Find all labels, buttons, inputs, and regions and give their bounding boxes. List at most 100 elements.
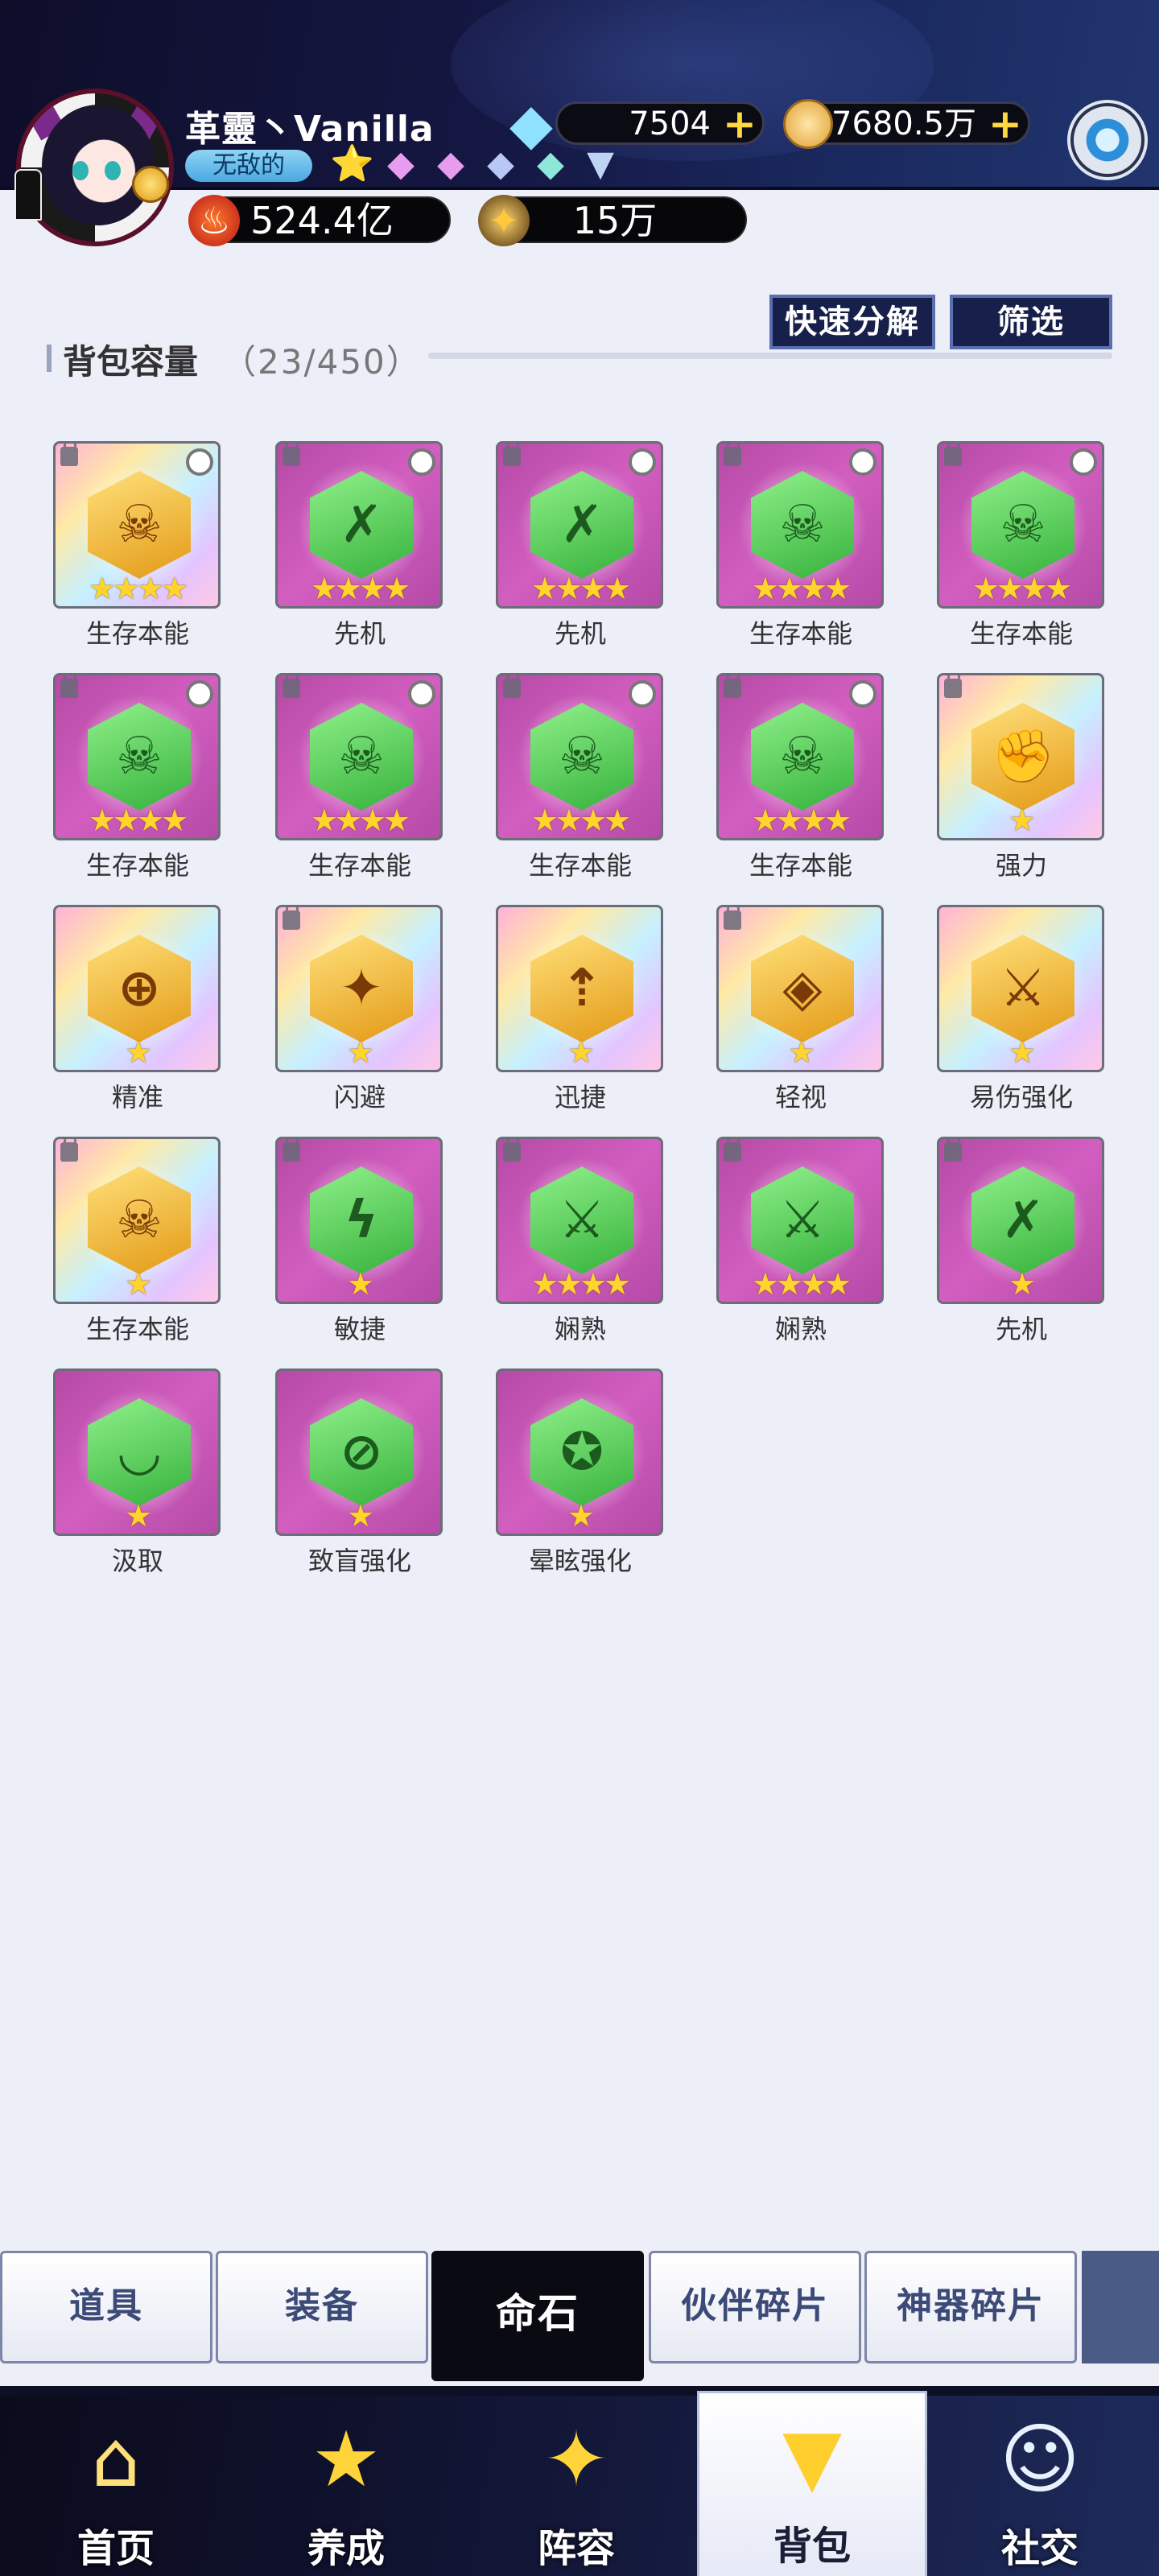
fate-stone-item[interactable]: ◈ ★ 轻视 — [716, 905, 885, 1114]
fate-stone-name: 迅捷 — [554, 1082, 606, 1113]
nav-item-0[interactable]: ⌂ 首页 — [3, 2396, 229, 2576]
fate-stone-name: 生存本能 — [85, 618, 189, 649]
star-rating: ★ — [346, 1498, 374, 1534]
fate-stone-item[interactable]: ☠ ★★★★ 生存本能 — [496, 673, 665, 882]
star-rating: ★ — [567, 1034, 595, 1070]
fate-stone-name: 先机 — [554, 618, 606, 649]
fate-stone-item[interactable]: ✦ ★ 闪避 — [275, 905, 444, 1114]
fate-stone-item[interactable]: ϟ ★ 敏捷 — [275, 1137, 444, 1346]
fate-stone-name: 生存本能 — [969, 618, 1073, 649]
fate-stone-item[interactable]: ✗ ★★★★ 先机 — [275, 441, 444, 650]
fate-stone-item[interactable]: ☠ ★★★★ 生存本能 — [53, 673, 222, 882]
add-gold-button[interactable]: + — [988, 104, 1023, 144]
fate-stone-item[interactable]: ⊕ ★ 精准 — [53, 905, 222, 1114]
nav-label: 养成 — [307, 2526, 385, 2571]
stone-emblem-icon: ☠ — [116, 727, 163, 786]
fate-stone-item[interactable]: ✗ ★★★★ 先机 — [496, 441, 665, 650]
fate-stone-item[interactable]: ☠ ★★★★ 生存本能 — [716, 441, 885, 650]
star-rating: ★★★★ — [310, 571, 410, 606]
tab-2[interactable]: 命石 — [431, 2251, 644, 2381]
nav-label: 首页 — [76, 2526, 155, 2571]
nav-item-1[interactable]: ★ 养成 — [233, 2396, 459, 2576]
avatar-eye — [72, 161, 89, 180]
stone-emblem-icon: ⊕ — [118, 959, 161, 1018]
fate-stone-card: ✗ ★★★★ — [275, 441, 443, 609]
select-radio[interactable] — [186, 448, 213, 476]
inventory-tab-bar: 道具 装备 命石 伙伴碎片 神器碎片 — [0, 2251, 1159, 2397]
lock-icon[interactable] — [503, 444, 521, 466]
fate-stone-item[interactable]: ◡ ★ 汲取 — [53, 1368, 222, 1578]
star-rating: ★ — [1008, 803, 1036, 838]
select-radio[interactable] — [408, 448, 435, 476]
fate-stone-name: 致盲强化 — [307, 1546, 411, 1576]
lock-icon[interactable] — [60, 675, 78, 698]
fate-stone-card: ☠ ★★★★ — [496, 673, 663, 840]
lock-icon[interactable] — [724, 675, 741, 698]
fate-stone-item[interactable]: ⊘ ★ 致盲强化 — [275, 1368, 444, 1578]
fate-stone-card: ⚔ ★ — [937, 905, 1104, 1072]
lock-icon[interactable] — [283, 1139, 300, 1162]
filter-button[interactable]: 筛选 — [950, 295, 1112, 349]
lock-icon[interactable] — [944, 444, 962, 466]
fate-stone-name: 生存本能 — [749, 618, 852, 649]
quick-decompose-button[interactable]: 快速分解 — [769, 295, 935, 349]
select-radio[interactable] — [186, 680, 213, 708]
add-diamond-button[interactable]: + — [722, 104, 757, 144]
fate-stone-item[interactable]: ✊ ★ 强力 — [937, 673, 1106, 882]
star-rating: ★★★★ — [88, 803, 188, 838]
lock-icon[interactable] — [944, 675, 962, 698]
stone-emblem-icon: ◡ — [119, 1422, 159, 1482]
fate-stone-item[interactable]: ☠ ★ 生存本能 — [53, 1137, 222, 1346]
select-radio[interactable] — [629, 448, 656, 476]
lock-icon[interactable] — [944, 1139, 962, 1162]
nav-item-4[interactable]: ☺ 社交 — [927, 2396, 1153, 2576]
fate-stone-item[interactable]: ✗ ★ 先机 — [937, 1137, 1106, 1346]
star-rating: ★★★★ — [751, 803, 852, 838]
fate-stone-item[interactable]: ☠ ★★★★ 生存本能 — [53, 441, 222, 650]
lock-icon[interactable] — [283, 907, 300, 930]
tab-3[interactable]: 伙伴碎片 — [649, 2251, 861, 2363]
tab-0[interactable]: 道具 — [0, 2251, 212, 2363]
star-rating: ★★★★ — [310, 803, 410, 838]
stone-emblem-icon: ✗ — [560, 495, 604, 555]
fate-stone-item[interactable]: ✪ ★ 晕眩强化 — [496, 1368, 665, 1578]
fate-stone-card: ✗ ★★★★ — [496, 441, 663, 609]
nav-label: 阵容 — [537, 2526, 615, 2571]
nav-item-2[interactable]: ✦ 阵容 — [464, 2396, 689, 2576]
select-radio[interactable] — [629, 680, 656, 708]
fate-stone-item[interactable]: ☠ ★★★★ 生存本能 — [275, 673, 444, 882]
lock-icon[interactable] — [60, 444, 78, 466]
lock-icon[interactable] — [60, 1139, 78, 1162]
lock-icon[interactable] — [724, 907, 741, 930]
lock-icon[interactable] — [503, 1139, 521, 1162]
select-radio[interactable] — [849, 448, 876, 476]
star-energy-value: 15万 — [572, 199, 658, 242]
fate-stone-item[interactable]: ⇡ ★ 迅捷 — [496, 905, 665, 1114]
fate-stone-item[interactable]: ⚔ ★ 易伤强化 — [937, 905, 1106, 1114]
settings-gear-icon[interactable] — [1067, 100, 1148, 180]
avatar-face — [42, 105, 155, 225]
stone-emblem-icon: ⚔ — [1000, 959, 1046, 1018]
combat-power-value: 524.4亿 — [250, 199, 394, 242]
select-radio[interactable] — [408, 680, 435, 708]
lock-icon[interactable] — [283, 675, 300, 698]
fate-stone-name: 先机 — [995, 1314, 1047, 1344]
lock-icon[interactable] — [724, 444, 741, 466]
stone-emblem-icon: ☠ — [338, 727, 385, 786]
lock-icon[interactable] — [503, 675, 521, 698]
gold-amount: 7680.5万 — [831, 105, 976, 142]
tab-4[interactable]: 神器碎片 — [864, 2251, 1077, 2363]
fate-stone-name: 生存本能 — [749, 850, 852, 881]
fate-stone-item[interactable]: ☠ ★★★★ 生存本能 — [716, 673, 885, 882]
tab-1[interactable]: 装备 — [216, 2251, 428, 2363]
fate-stone-item[interactable]: ☠ ★★★★ 生存本能 — [937, 441, 1106, 650]
nav-item-3[interactable]: ▼ 背包 — [697, 2391, 927, 2576]
lock-icon[interactable] — [283, 444, 300, 466]
select-radio[interactable] — [849, 680, 876, 708]
lock-icon[interactable] — [724, 1139, 741, 1162]
fate-stone-item[interactable]: ⚔ ★★★★ 娴熟 — [716, 1137, 885, 1346]
select-radio[interactable] — [1070, 448, 1097, 476]
fate-stone-item[interactable]: ⚔ ★★★★ 娴熟 — [496, 1137, 665, 1346]
fate-stone-name: 生存本能 — [85, 1314, 189, 1344]
fate-stone-card: ☠ ★★★★ — [937, 441, 1104, 609]
